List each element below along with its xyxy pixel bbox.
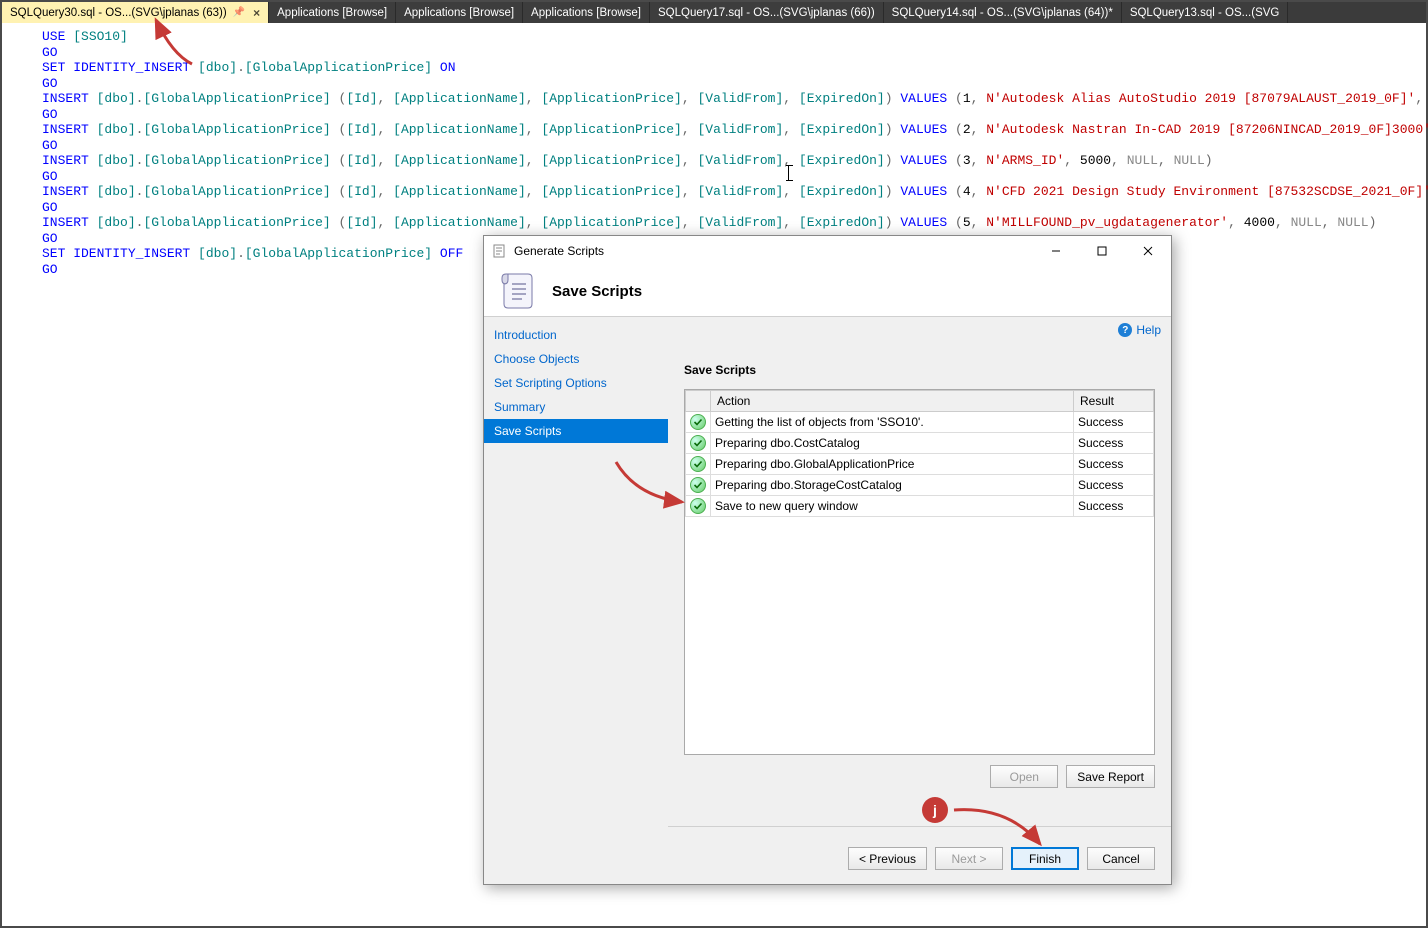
close-button[interactable] [1125, 236, 1171, 266]
table-row: Preparing dbo.StorageCostCatalogSuccess [686, 475, 1154, 496]
col-action: Action [711, 391, 1074, 412]
success-icon [690, 498, 706, 514]
dialog-title-bar: Generate Scripts [484, 236, 1171, 266]
results-grid: Action Result Getting the list of object… [684, 389, 1155, 755]
dialog-heading: Save Scripts [552, 283, 642, 300]
cell-action: Preparing dbo.StorageCostCatalog [711, 475, 1074, 496]
tab-label: Applications [Browse] [531, 7, 641, 19]
tab-label: SQLQuery17.sql - OS...(SVG\jplanas (66)) [658, 7, 875, 19]
section-title: Save Scripts [668, 337, 1171, 389]
col-result: Result [1074, 391, 1154, 412]
tab[interactable]: Applications [Browse] [396, 2, 523, 23]
tab-label: Applications [Browse] [404, 7, 514, 19]
cell-action: Preparing dbo.CostCatalog [711, 433, 1074, 454]
cell-action: Save to new query window [711, 496, 1074, 517]
tab[interactable]: SQLQuery13.sql - OS...(SVG [1122, 2, 1289, 23]
cell-action: Preparing dbo.GlobalApplicationPrice [711, 454, 1074, 475]
cell-result: Success [1074, 454, 1154, 475]
help-icon: ? [1118, 323, 1132, 337]
save-report-button[interactable]: Save Report [1066, 765, 1155, 788]
tab-active[interactable]: SQLQuery30.sql - OS...(SVG\jplanas (63))… [2, 2, 269, 23]
tab-bar: SQLQuery30.sql - OS...(SVG\jplanas (63))… [2, 2, 1426, 23]
help-link[interactable]: ? Help [1118, 323, 1161, 337]
dialog-title: Generate Scripts [514, 244, 604, 258]
script-icon [492, 243, 508, 259]
success-icon [690, 414, 706, 430]
tab-label: SQLQuery30.sql - OS...(SVG\jplanas (63)) [10, 7, 227, 19]
nav-set-scripting[interactable]: Set Scripting Options [484, 371, 668, 395]
cell-result: Success [1074, 412, 1154, 433]
maximize-button[interactable] [1079, 236, 1125, 266]
tab[interactable]: Applications [Browse] [523, 2, 650, 23]
nav-choose-objects[interactable]: Choose Objects [484, 347, 668, 371]
nav-summary[interactable]: Summary [484, 395, 668, 419]
minimize-button[interactable] [1033, 236, 1079, 266]
scroll-icon [498, 268, 538, 315]
tab[interactable]: SQLQuery17.sql - OS...(SVG\jplanas (66)) [650, 2, 884, 23]
generate-scripts-dialog: Generate Scripts Save Scripts Introducti… [483, 235, 1172, 885]
table-row: Save to new query windowSuccess [686, 496, 1154, 517]
help-label: Help [1136, 323, 1161, 337]
text-caret-icon [788, 166, 789, 180]
nav-save-scripts[interactable]: Save Scripts [484, 419, 668, 443]
tab[interactable]: Applications [Browse] [269, 2, 396, 23]
cancel-button[interactable]: Cancel [1087, 847, 1155, 870]
pin-icon[interactable]: 📌 [233, 7, 245, 18]
table-row: Getting the list of objects from 'SSO10'… [686, 412, 1154, 433]
cell-result: Success [1074, 433, 1154, 454]
finish-button[interactable]: Finish [1011, 847, 1079, 870]
tab-label: SQLQuery14.sql - OS...(SVG\jplanas (64))… [892, 7, 1113, 19]
next-button: Next > [935, 847, 1003, 870]
close-icon[interactable]: × [253, 6, 260, 20]
success-icon [690, 435, 706, 451]
wizard-nav: Introduction Choose Objects Set Scriptin… [484, 317, 668, 884]
previous-button[interactable]: < Previous [848, 847, 927, 870]
success-icon [690, 456, 706, 472]
tab-label: Applications [Browse] [277, 7, 387, 19]
dialog-header: Save Scripts [484, 266, 1171, 317]
success-icon [690, 477, 706, 493]
cell-result: Success [1074, 496, 1154, 517]
cell-result: Success [1074, 475, 1154, 496]
annotation-badge: j [922, 797, 948, 823]
open-button: Open [990, 765, 1058, 788]
tab-label: SQLQuery13.sql - OS...(SVG [1130, 7, 1280, 19]
nav-introduction[interactable]: Introduction [484, 323, 668, 347]
dialog-content: ? Help Save Scripts Action Result Gettin… [668, 317, 1171, 884]
table-row: Preparing dbo.GlobalApplicationPriceSucc… [686, 454, 1154, 475]
table-row: Preparing dbo.CostCatalogSuccess [686, 433, 1154, 454]
tab[interactable]: SQLQuery14.sql - OS...(SVG\jplanas (64))… [884, 2, 1122, 23]
cell-action: Getting the list of objects from 'SSO10'… [711, 412, 1074, 433]
